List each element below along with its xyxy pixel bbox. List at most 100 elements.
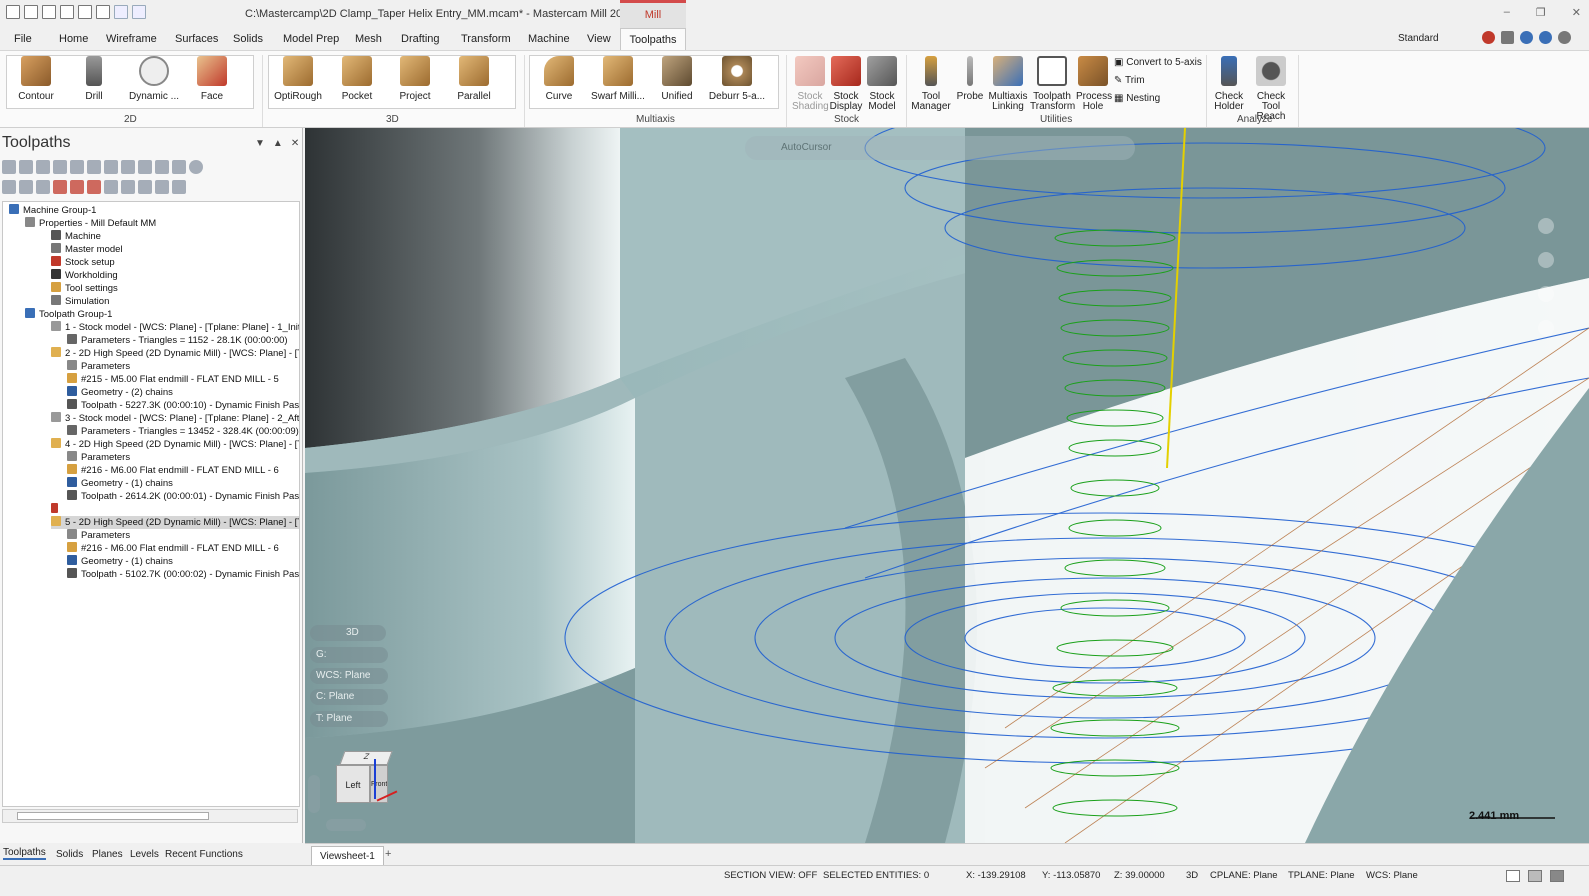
- bottom-tab-recent-functions[interactable]: Recent Functions: [165, 849, 243, 860]
- undo-icon[interactable]: [114, 5, 128, 19]
- convert-5-axis-button[interactable]: ▣ Convert to 5-axis: [1114, 57, 1202, 68]
- check-tool-reach-button[interactable]: Check Tool Reach: [1246, 56, 1296, 122]
- post-toggle-icon[interactable]: [36, 180, 50, 194]
- tab-machine[interactable]: Machine: [528, 33, 570, 45]
- view-cube-left[interactable]: Left: [336, 765, 370, 803]
- bottom-tab-levels[interactable]: Levels: [130, 849, 159, 860]
- tab-mesh[interactable]: Mesh: [355, 33, 382, 45]
- unified-button[interactable]: Unified: [656, 56, 698, 102]
- tree-machine-group[interactable]: Machine Group-1: [9, 204, 96, 217]
- info-icon[interactable]: [1520, 31, 1533, 44]
- cplane-selector[interactable]: C: Plane: [310, 689, 388, 705]
- tree-operation-2[interactable]: 2 - 2D High Speed (2D Dynamic Mill) - [W…: [51, 347, 299, 360]
- tree-item[interactable]: Parameters - Triangles = 1152 - 28.1K (0…: [67, 334, 288, 347]
- backplot-icon[interactable]: [87, 160, 101, 174]
- help-icon[interactable]: [189, 160, 203, 174]
- tree-stock-setup[interactable]: Stock setup: [51, 256, 115, 269]
- project-button[interactable]: Project: [394, 56, 436, 102]
- help-icon[interactable]: [1539, 31, 1552, 44]
- tree-item[interactable]: Toolpath - 2614.2K (00:00:01) - Dynamic …: [67, 490, 299, 503]
- highfeed-icon[interactable]: [155, 160, 169, 174]
- save-as-icon[interactable]: [78, 5, 92, 19]
- user-icon[interactable]: [1482, 31, 1495, 44]
- scroll-icon[interactable]: [104, 180, 118, 194]
- open-icon[interactable]: [42, 5, 56, 19]
- tree-operation-4[interactable]: 4 - 2D High Speed (2D Dynamic Mill) - [W…: [51, 438, 299, 451]
- viewsheet-tab[interactable]: Viewsheet-1: [311, 846, 384, 867]
- view-icon[interactable]: [1538, 286, 1554, 302]
- face-button[interactable]: Face: [192, 56, 232, 102]
- toggle-display-icon[interactable]: [19, 180, 33, 194]
- multiaxis-linking-button[interactable]: Multiaxis Linking: [988, 56, 1028, 112]
- tool-manager-button[interactable]: Tool Manager: [910, 56, 952, 112]
- add-viewsheet-icon[interactable]: +: [385, 848, 391, 860]
- panel-menu-icon[interactable]: ▼: [255, 138, 265, 149]
- deburr-button[interactable]: Deburr 5-a...: [708, 56, 766, 102]
- tab-view[interactable]: View: [587, 33, 611, 45]
- tree-operation-5[interactable]: 5 - 2D High Speed (2D Dynamic Mill) - [W…: [51, 516, 299, 529]
- lock-icon[interactable]: [2, 180, 16, 194]
- group-display-icon[interactable]: [138, 180, 152, 194]
- wcs-selector[interactable]: WCS: Plane: [310, 668, 388, 684]
- tab-toolpaths[interactable]: Toolpaths: [620, 28, 686, 51]
- redo-icon[interactable]: [132, 5, 146, 19]
- autocursor-toolbar[interactable]: AutoCursor: [745, 136, 1135, 160]
- check-holder-button[interactable]: Check Holder: [1210, 56, 1248, 112]
- panel-close-icon[interactable]: ✕: [291, 138, 299, 149]
- swarf-milling-button[interactable]: Swarf Milli...: [590, 56, 646, 102]
- tplane-status[interactable]: TPLANE: Plane: [1288, 870, 1355, 881]
- tab-file[interactable]: File: [14, 33, 32, 45]
- section-view-status[interactable]: SECTION VIEW: OFF: [724, 870, 817, 881]
- z-coordinate[interactable]: Z: 39.00000: [1114, 870, 1165, 881]
- wcs-status[interactable]: WCS: Plane: [1366, 870, 1418, 881]
- pin-icon[interactable]: ▲: [273, 138, 283, 149]
- message-icon[interactable]: [1501, 31, 1514, 44]
- gview-selector[interactable]: G:: [310, 647, 388, 663]
- new-file-icon[interactable]: [6, 5, 20, 19]
- layers-icon[interactable]: [1538, 320, 1554, 336]
- tree-item[interactable]: Toolpath - 5227.3K (00:00:10) - Dynamic …: [67, 399, 299, 412]
- select-all-icon[interactable]: [2, 160, 16, 174]
- pan-control[interactable]: [326, 819, 366, 831]
- tree-horizontal-scrollbar[interactable]: [2, 809, 298, 823]
- toolpath-transform-button[interactable]: Toolpath Transform: [1030, 56, 1075, 112]
- bottom-tab-solids[interactable]: Solids: [56, 849, 83, 860]
- tab-drafting[interactable]: Drafting: [401, 33, 440, 45]
- minimize-icon[interactable]: –: [1504, 6, 1510, 19]
- tree-item[interactable]: #215 - M5.00 Flat endmill - FLAT END MIL…: [67, 373, 279, 386]
- orbit-slider[interactable]: [308, 775, 320, 813]
- graphics-viewport[interactable]: AutoCursor 2.441 mm: [305, 128, 1589, 843]
- verify-icon[interactable]: [70, 160, 84, 174]
- tree-item[interactable]: #216 - M6.00 Flat endmill - FLAT END MIL…: [67, 542, 279, 555]
- regenerate-dirty-icon[interactable]: [53, 160, 67, 174]
- regenerate-icon[interactable]: [36, 160, 50, 174]
- view-cube[interactable]: Z Left Front: [336, 751, 398, 807]
- tree-item[interactable]: #216 - M6.00 Flat endmill - FLAT END MIL…: [67, 464, 279, 477]
- wireframe-display-icon[interactable]: [1506, 870, 1520, 882]
- stock-display-button[interactable]: Stock Display: [828, 56, 864, 112]
- stock-shading-button[interactable]: Stock Shading: [792, 56, 829, 112]
- zoom-in-icon[interactable]: [1538, 218, 1554, 234]
- settings-icon[interactable]: [1558, 31, 1571, 44]
- tree-insert-arrow[interactable]: [51, 503, 62, 516]
- tab-solids[interactable]: Solids: [233, 33, 263, 45]
- tree-item[interactable]: Parameters: [67, 360, 130, 373]
- single-display-icon[interactable]: [121, 180, 135, 194]
- parallel-button[interactable]: Parallel: [452, 56, 496, 102]
- merge-icon[interactable]: [96, 5, 110, 19]
- post-icon[interactable]: [121, 160, 135, 174]
- restore-icon[interactable]: ❐: [1536, 6, 1546, 19]
- tab-home[interactable]: Home: [59, 33, 88, 45]
- bottom-tab-toolpaths[interactable]: Toolpaths: [3, 847, 46, 860]
- tree-item[interactable]: Geometry - (1) chains: [67, 555, 173, 568]
- tab-model-prep[interactable]: Model Prep: [283, 33, 339, 45]
- tree-simulation[interactable]: Simulation: [51, 295, 109, 308]
- curve-button[interactable]: Curve: [538, 56, 580, 102]
- workspace-selector[interactable]: Standard: [1398, 33, 1439, 44]
- tab-surfaces[interactable]: Surfaces: [175, 33, 218, 45]
- tree-item[interactable]: Geometry - (1) chains: [67, 477, 173, 490]
- tree-machine[interactable]: Machine: [51, 230, 101, 243]
- save-icon[interactable]: [24, 5, 38, 19]
- dynamic-mill-button[interactable]: Dynamic ...: [126, 56, 182, 102]
- stock-model-button[interactable]: Stock Model: [864, 56, 900, 112]
